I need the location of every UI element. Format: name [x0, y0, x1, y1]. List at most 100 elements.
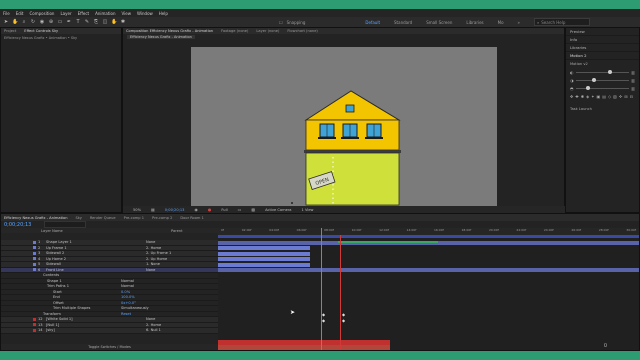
layer-parent[interactable]: 6. Null 1 — [146, 328, 161, 332]
camera-dropdown[interactable]: Active Camera — [265, 208, 291, 212]
layer-name[interactable]: [sky] — [46, 328, 146, 332]
motion-tool-icon-11[interactable]: ⊞ — [624, 94, 627, 99]
tab-door-room[interactable]: Door Room 1 — [180, 216, 203, 220]
menu-edit[interactable]: Edit — [16, 11, 24, 16]
keyframe-icon[interactable]: ◆ — [342, 312, 345, 317]
quality-dropdown[interactable]: Full — [221, 208, 227, 212]
parent-header[interactable]: Parent — [171, 229, 183, 233]
snapping-checkbox[interactable]: ☐ — [279, 20, 283, 25]
grid-icon[interactable]: ▦ — [151, 207, 155, 212]
zoom-tool-icon[interactable]: ⌕ — [21, 19, 27, 25]
motion-tool-icon-7[interactable]: ▤ — [602, 94, 606, 99]
preview-panel-tab[interactable]: Preview — [566, 28, 639, 36]
property-value[interactable]: Reset — [121, 312, 131, 316]
keyframe-icon[interactable]: ◆ — [322, 312, 325, 317]
tab-footage[interactable]: Footage (none) — [221, 29, 248, 33]
pen-tool-icon[interactable]: ✒ — [66, 19, 72, 25]
zoom-dropdown[interactable]: 50% — [133, 208, 141, 212]
layer-parent[interactable]: None — [146, 268, 155, 272]
selection-tool-icon[interactable]: ➤ — [3, 19, 9, 25]
motion-tool-icon-3[interactable]: ✱ — [581, 94, 584, 99]
layer-row[interactable]: 14 [sky] 6. Null 1 — [1, 328, 218, 334]
menu-layer[interactable]: Layer — [60, 11, 71, 16]
motion-tool-icon-5[interactable]: ✦ — [591, 94, 594, 99]
layer-parent[interactable]: None — [146, 317, 155, 321]
timecode-display[interactable]: 0;00;20;13 — [165, 208, 185, 212]
workspace-more[interactable]: Mo — [498, 20, 504, 25]
text-tool-icon[interactable]: T — [75, 19, 81, 25]
layer-bar[interactable] — [218, 268, 639, 272]
brush-tool-icon[interactable]: ✎ — [84, 19, 90, 25]
color-icon[interactable]: ● — [208, 207, 212, 212]
layer-name[interactable]: Front Line — [46, 268, 146, 272]
roto-tool-icon[interactable]: ✋ — [111, 19, 117, 25]
camera-tool-icon[interactable]: ◉ — [39, 19, 45, 25]
info-panel-tab[interactable]: Info — [566, 36, 639, 44]
property-value[interactable]: 0.0% — [121, 290, 130, 294]
motion-graph-icon-3[interactable]: ▥ — [631, 86, 635, 91]
tab-precomp-2[interactable]: Pre-comp 2 — [152, 216, 172, 220]
search-help-input[interactable]: ⌕ Search Help — [534, 18, 590, 26]
motion-slider-1[interactable] — [575, 69, 630, 74]
motion-tool-icon-1[interactable]: ✥ — [570, 94, 573, 99]
layer-bar[interactable] — [218, 246, 310, 250]
menu-animation[interactable]: Animation — [95, 11, 115, 16]
libraries-panel-tab[interactable]: Libraries — [566, 44, 639, 52]
motion-tool-icon-6[interactable]: ▣ — [597, 94, 601, 99]
region-icon[interactable]: ▭ — [238, 207, 242, 212]
menu-window[interactable]: Window — [137, 11, 153, 16]
motion-slider-3[interactable] — [575, 85, 630, 90]
layer-parent[interactable]: 2. Home — [146, 246, 161, 250]
comp-breadcrumb-tab[interactable]: Efficiency Nexus Grafix - Animation — [127, 34, 195, 39]
property-value[interactable]: Simultaneously — [121, 306, 149, 310]
layer-name[interactable]: [White Solid 1] — [46, 317, 146, 321]
motion-tool-icon-8[interactable]: ◇ — [608, 94, 611, 99]
eraser-tool-icon[interactable]: ◫ — [102, 19, 108, 25]
property-value[interactable]: Normal — [121, 279, 134, 283]
keyframe-icon[interactable]: ◆ — [322, 318, 325, 323]
tab-project[interactable]: Project — [4, 29, 16, 33]
menu-help[interactable]: Help — [159, 11, 168, 16]
tab-timeline-main[interactable]: Efficiency Nexus Grafix - Animation — [4, 216, 67, 220]
tab-composition[interactable]: Composition Efficiency Nexus Grafix - An… — [126, 29, 213, 33]
layer-name[interactable]: [Null 1] — [46, 323, 146, 327]
layer-parent[interactable]: 2. Home — [146, 323, 161, 327]
motion-tool-icon-4[interactable]: ◈ — [586, 94, 589, 99]
menu-file[interactable]: File — [3, 11, 10, 16]
comp-canvas[interactable]: OPEN — [191, 47, 497, 209]
motion-graph-icon[interactable]: ▥ — [631, 70, 635, 75]
timeline-graph[interactable]: 0f 02:00f 04:00f 06:00f 08:00f 10:00f 12:00f 14… — [218, 228, 639, 350]
layer-name-header[interactable]: Layer Name — [41, 229, 171, 233]
workspace-standard[interactable]: Standard — [394, 20, 412, 25]
current-timecode[interactable]: 0;00;20;13 — [4, 222, 44, 228]
property-value[interactable]: 0x+0.0° — [121, 301, 136, 305]
workspace-small-screen[interactable]: Small Screen — [426, 20, 452, 25]
layer-bar[interactable] — [218, 257, 310, 261]
layer-parent[interactable]: 2. Up Frame 1 — [146, 251, 171, 255]
timeline-search-input[interactable] — [44, 221, 86, 228]
workspace-menu-icon[interactable]: » — [518, 20, 520, 25]
property-value[interactable]: 100.0% — [121, 295, 135, 299]
motion-panel-tab[interactable]: Motion 2 — [566, 52, 639, 60]
transparency-icon[interactable]: ▩ — [251, 207, 255, 212]
tab-flowchart[interactable]: Flowchart (none) — [287, 29, 317, 33]
workspace-default[interactable]: Default — [365, 20, 380, 25]
layer-parent[interactable]: 1. None — [146, 262, 160, 266]
property-value[interactable]: Normal — [121, 284, 134, 288]
layer-bar[interactable] — [338, 241, 438, 243]
playhead[interactable] — [321, 228, 322, 350]
layer-name[interactable]: Up Frame 1 — [46, 246, 146, 250]
motion-tool-icon-2[interactable]: ✚ — [575, 94, 578, 99]
menu-effect[interactable]: Effect — [78, 11, 90, 16]
layer-name[interactable]: Shape Layer 1 — [46, 240, 146, 244]
menu-view[interactable]: View — [122, 11, 132, 16]
layer-parent[interactable]: 2. Up Home — [146, 257, 167, 261]
tab-precomp-1[interactable]: Pre-comp 1 — [124, 216, 144, 220]
menu-composition[interactable]: Composition — [29, 11, 54, 16]
camera-snapshot-icon[interactable]: ◉ — [194, 207, 198, 212]
time-ruler[interactable]: 0f 02:00f 04:00f 06:00f 08:00f 10:00f 12:00f 14… — [218, 228, 639, 235]
workspace-libraries[interactable]: Libraries — [466, 20, 483, 25]
work-area-bar[interactable] — [218, 235, 639, 238]
views-dropdown[interactable]: 1 View — [302, 208, 314, 212]
motion-tool-icon-12[interactable]: ⊟ — [630, 94, 633, 99]
